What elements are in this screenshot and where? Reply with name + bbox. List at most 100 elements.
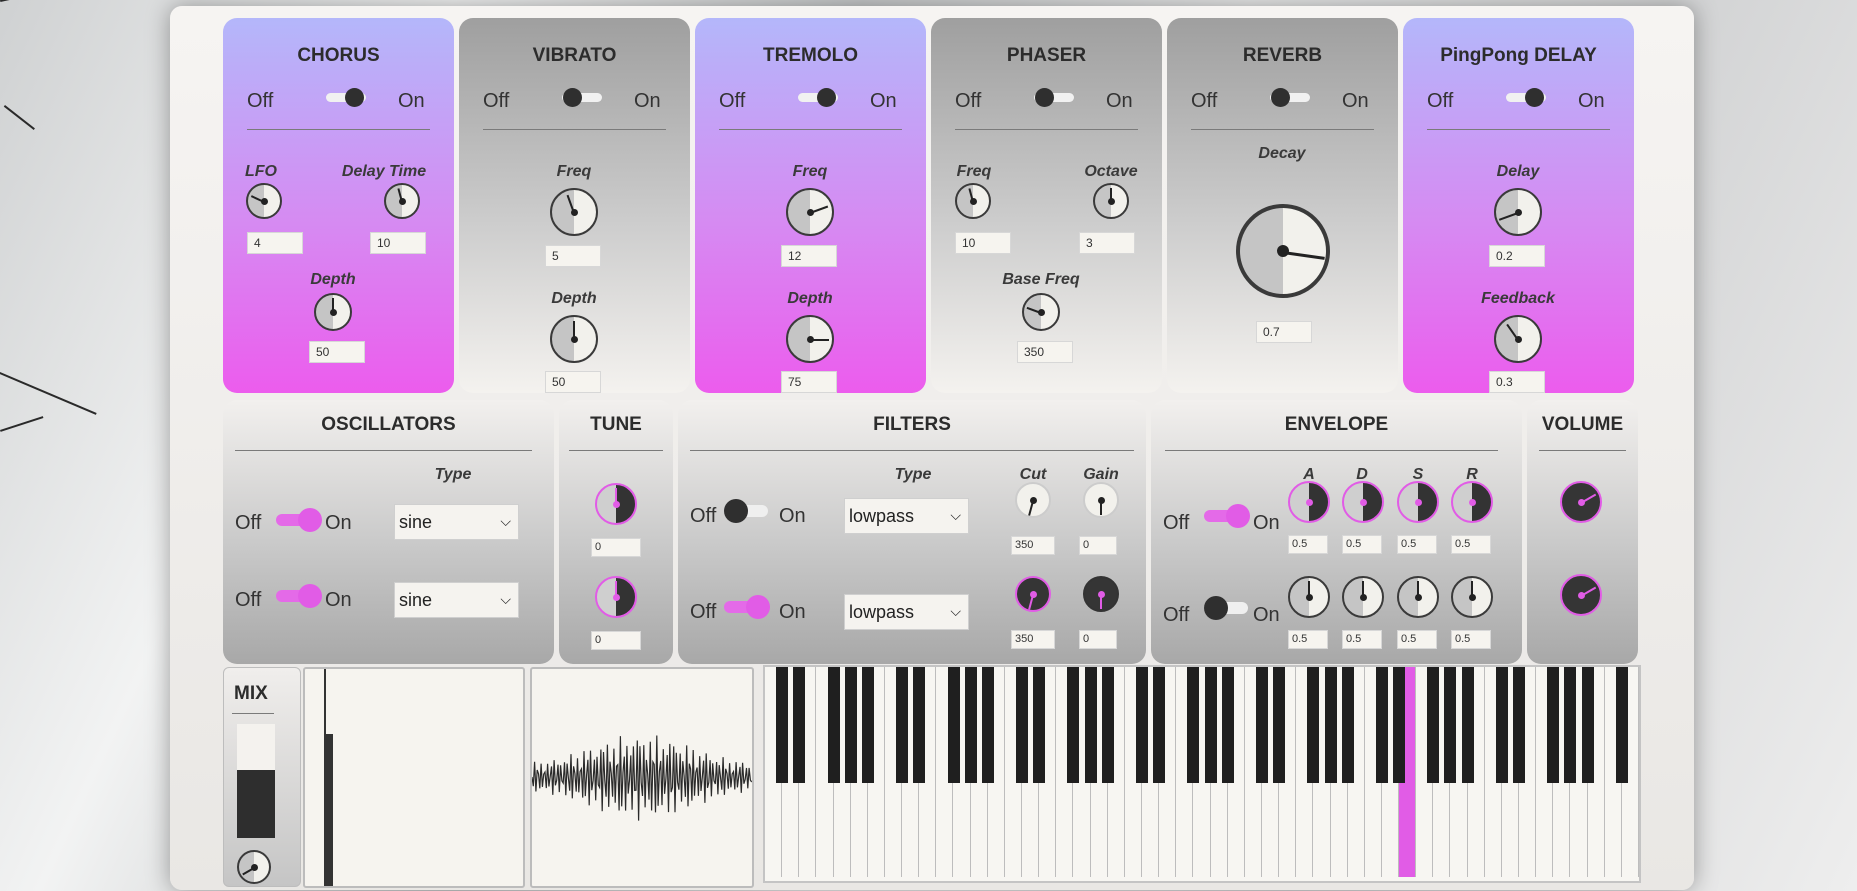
delay-knob[interactable] (1494, 188, 1542, 236)
env2-decay-value[interactable]: 0.5 (1342, 630, 1382, 649)
black-key[interactable] (1341, 667, 1354, 783)
feedback-knob[interactable] (1494, 315, 1542, 363)
black-key[interactable] (1564, 667, 1577, 783)
black-key[interactable] (1375, 667, 1388, 783)
tune2-knob[interactable] (595, 576, 637, 618)
black-key[interactable] (1393, 667, 1406, 783)
black-key[interactable] (1547, 667, 1560, 783)
env2-release-value[interactable]: 0.5 (1451, 630, 1491, 649)
volume2-knob[interactable] (1560, 574, 1602, 616)
envelope2-toggle[interactable] (1204, 596, 1248, 620)
env1-release-value[interactable]: 0.5 (1451, 535, 1491, 554)
black-key[interactable] (1153, 667, 1166, 783)
filter2-gain-value[interactable]: 0 (1079, 630, 1117, 649)
filter2-cut-value[interactable]: 350 (1011, 630, 1055, 649)
env1-release-knob[interactable] (1451, 481, 1493, 523)
reverb-toggle[interactable] (1270, 88, 1310, 107)
osc2-type-select[interactable]: sine ⌵ (394, 582, 519, 618)
feedback-value[interactable]: 0.3 (1489, 371, 1545, 393)
black-key[interactable] (1187, 667, 1200, 783)
tune1-knob[interactable] (595, 483, 637, 525)
freq-knob[interactable] (955, 183, 991, 219)
black-key[interactable] (1324, 667, 1337, 783)
depth-knob[interactable] (550, 315, 598, 363)
black-key[interactable] (947, 667, 960, 783)
black-key[interactable] (1427, 667, 1440, 783)
octave-value[interactable]: 3 (1079, 232, 1135, 254)
depth-knob[interactable] (314, 293, 352, 331)
black-key[interactable] (981, 667, 994, 783)
env2-decay-knob[interactable] (1342, 576, 1384, 618)
mix-knob[interactable] (237, 850, 271, 884)
env2-attack-value[interactable]: 0.5 (1288, 630, 1328, 649)
lfo-value[interactable]: 4 (247, 232, 303, 254)
filter1-toggle[interactable] (724, 499, 768, 523)
black-key[interactable] (1495, 667, 1508, 783)
filter2-type-select[interactable]: lowpass ⌵ (844, 594, 969, 630)
envelope1-toggle[interactable] (1204, 504, 1250, 528)
env2-release-knob[interactable] (1451, 576, 1493, 618)
freq-knob[interactable] (550, 188, 598, 236)
black-key[interactable] (793, 667, 806, 783)
delay-time-value[interactable]: 10 (370, 232, 426, 254)
env1-decay-value[interactable]: 0.5 (1342, 535, 1382, 554)
black-key[interactable] (1307, 667, 1320, 783)
phaser-toggle[interactable] (1034, 88, 1074, 107)
tune2-value[interactable]: 0 (591, 631, 641, 650)
filter1-gain-value[interactable]: 0 (1079, 536, 1117, 555)
black-key[interactable] (896, 667, 909, 783)
decay-knob[interactable] (1236, 204, 1330, 298)
octave-knob[interactable] (1093, 183, 1129, 219)
filter1-gain-knob[interactable] (1083, 482, 1119, 518)
env1-sustain-knob[interactable] (1397, 481, 1439, 523)
lfo-knob[interactable] (246, 183, 282, 219)
delay-value[interactable]: 0.2 (1489, 245, 1545, 267)
black-key[interactable] (1273, 667, 1286, 783)
filter1-cut-value[interactable]: 350 (1011, 536, 1055, 555)
black-key[interactable] (861, 667, 874, 783)
env2-sustain-value[interactable]: 0.5 (1397, 630, 1437, 649)
black-key[interactable] (1255, 667, 1268, 783)
black-key[interactable] (1513, 667, 1526, 783)
depth-knob[interactable] (786, 315, 834, 363)
tremolo-toggle[interactable] (798, 88, 838, 107)
base-freq-value[interactable]: 350 (1017, 341, 1073, 363)
filter2-cut-knob[interactable] (1015, 576, 1051, 612)
black-key[interactable] (1615, 667, 1628, 783)
freq-value[interactable]: 5 (545, 245, 601, 267)
freq-knob[interactable] (786, 188, 834, 236)
chorus-toggle[interactable] (326, 88, 366, 107)
black-key[interactable] (1067, 667, 1080, 783)
base-freq-knob[interactable] (1022, 293, 1060, 331)
osc1-type-select[interactable]: sine ⌵ (394, 504, 519, 540)
black-key[interactable] (964, 667, 977, 783)
black-key[interactable] (1444, 667, 1457, 783)
env1-attack-value[interactable]: 0.5 (1288, 535, 1328, 554)
freq-value[interactable]: 10 (955, 232, 1011, 254)
osc2-toggle[interactable] (276, 584, 322, 608)
black-key[interactable] (844, 667, 857, 783)
env1-attack-knob[interactable] (1288, 481, 1330, 523)
pingpong-toggle[interactable] (1506, 88, 1546, 107)
black-key[interactable] (1221, 667, 1234, 783)
filter1-cut-knob[interactable] (1015, 482, 1051, 518)
black-key[interactable] (1461, 667, 1474, 783)
env2-attack-knob[interactable] (1288, 576, 1330, 618)
filter1-type-select[interactable]: lowpass ⌵ (844, 498, 969, 534)
black-key[interactable] (776, 667, 789, 783)
depth-value[interactable]: 75 (781, 371, 837, 393)
osc1-toggle[interactable] (276, 508, 322, 532)
black-key[interactable] (1084, 667, 1097, 783)
delay-time-knob[interactable] (384, 183, 420, 219)
mix-slider[interactable] (237, 724, 275, 838)
black-key[interactable] (1204, 667, 1217, 783)
vibrato-toggle[interactable] (562, 88, 602, 107)
freq-value[interactable]: 12 (781, 245, 837, 267)
tune1-value[interactable]: 0 (591, 538, 641, 557)
black-key[interactable] (1033, 667, 1046, 783)
depth-value[interactable]: 50 (545, 371, 601, 393)
env2-sustain-knob[interactable] (1397, 576, 1439, 618)
env1-sustain-value[interactable]: 0.5 (1397, 535, 1437, 554)
black-key[interactable] (1101, 667, 1114, 783)
black-key[interactable] (913, 667, 926, 783)
